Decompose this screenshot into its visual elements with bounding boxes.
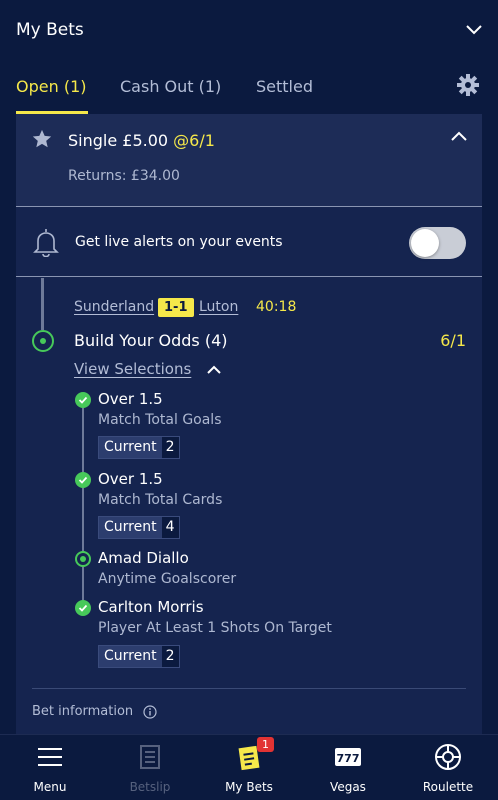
nav-label: Vegas bbox=[330, 780, 366, 794]
chevron-up-icon[interactable] bbox=[450, 130, 468, 142]
star-icon[interactable] bbox=[31, 128, 53, 150]
current-stat: Current 4 bbox=[98, 516, 180, 539]
bet-summary[interactable]: Single £5.00 @6/1 Returns: £34.00 bbox=[16, 114, 482, 207]
selection-market: Anytime Goalscorer bbox=[98, 571, 237, 587]
live-alerts-toggle[interactable] bbox=[409, 227, 466, 259]
selection-market: Player At Least 1 Shots On Target bbox=[98, 620, 332, 636]
tab-open[interactable]: Open (1) bbox=[16, 77, 86, 96]
check-icon bbox=[75, 392, 91, 408]
leg-status-dot bbox=[32, 330, 54, 352]
build-your-odds-price: 6/1 bbox=[440, 331, 466, 350]
nav-vegas[interactable]: 777 Vegas bbox=[298, 735, 398, 800]
selection-title: Over 1.5 bbox=[98, 470, 163, 488]
score-badge: 1-1 bbox=[158, 298, 194, 317]
check-icon bbox=[75, 472, 91, 488]
open-leg-dot bbox=[75, 551, 91, 567]
tab-cash-out[interactable]: Cash Out (1) bbox=[120, 77, 221, 96]
gear-icon[interactable] bbox=[456, 73, 480, 97]
timeline-line bbox=[41, 278, 44, 330]
tab-bar: Open (1) Cash Out (1) Settled bbox=[0, 62, 498, 114]
match-clock: 40:18 bbox=[256, 299, 297, 315]
info-icon[interactable] bbox=[143, 705, 157, 719]
bottom-nav: Menu Betslip 1 My Bets 777 Vegas Roulett… bbox=[0, 734, 498, 800]
menu-icon bbox=[38, 748, 62, 766]
match-info: Sunderland 1-1 Luton 40:18 bbox=[74, 298, 374, 321]
build-your-odds-title: Build Your Odds (4) bbox=[74, 331, 228, 350]
my-bets-badge: 1 bbox=[257, 737, 274, 752]
nav-betslip[interactable]: Betslip bbox=[100, 735, 200, 800]
selection-title: Carlton Morris bbox=[98, 598, 204, 616]
tab-settled[interactable]: Settled bbox=[256, 77, 313, 96]
betslip-icon bbox=[140, 745, 160, 769]
page-title: My Bets bbox=[16, 20, 84, 40]
current-stat: Current 2 bbox=[98, 436, 180, 459]
bet-title: Single £5.00 @6/1 bbox=[68, 131, 215, 150]
nav-label: Roulette bbox=[422, 780, 474, 794]
nav-label: Betslip bbox=[129, 780, 171, 794]
bet-odds: @6/1 bbox=[173, 131, 215, 150]
chevron-down-icon[interactable] bbox=[464, 22, 484, 38]
live-alerts-label: Get live alerts on your events bbox=[75, 234, 283, 250]
view-selections-link[interactable]: View Selections bbox=[74, 360, 191, 378]
bell-icon bbox=[33, 229, 59, 257]
returns-text: Returns: £34.00 bbox=[68, 168, 180, 184]
current-stat: Current 2 bbox=[98, 645, 180, 668]
nav-my-bets[interactable]: 1 My Bets bbox=[199, 735, 299, 800]
nav-label: Menu bbox=[33, 780, 67, 794]
svg-text:777: 777 bbox=[337, 752, 360, 765]
nav-menu[interactable]: Menu bbox=[0, 735, 100, 800]
slot-777-icon: 777 bbox=[335, 748, 361, 766]
away-team-link[interactable]: Luton bbox=[199, 299, 238, 315]
selection-market: Match Total Cards bbox=[98, 492, 223, 508]
bet-information-link[interactable]: Bet information bbox=[32, 704, 133, 719]
nav-label: My Bets bbox=[225, 780, 273, 794]
selections-line bbox=[82, 402, 84, 612]
home-team-link[interactable]: Sunderland bbox=[74, 299, 154, 315]
selection-title: Amad Diallo bbox=[98, 549, 189, 567]
roulette-icon bbox=[435, 744, 461, 770]
selection-title: Over 1.5 bbox=[98, 390, 163, 408]
nav-roulette[interactable]: Roulette bbox=[398, 735, 498, 800]
chevron-up-icon[interactable] bbox=[206, 364, 222, 375]
bet-card: Single £5.00 @6/1 Returns: £34.00 Get li… bbox=[16, 114, 482, 734]
selection-market: Match Total Goals bbox=[98, 412, 222, 428]
divider bbox=[32, 688, 466, 689]
toggle-knob bbox=[411, 229, 439, 257]
header: My Bets bbox=[0, 0, 498, 62]
check-icon bbox=[75, 600, 91, 616]
live-alerts-row: Get live alerts on your events bbox=[16, 207, 482, 277]
